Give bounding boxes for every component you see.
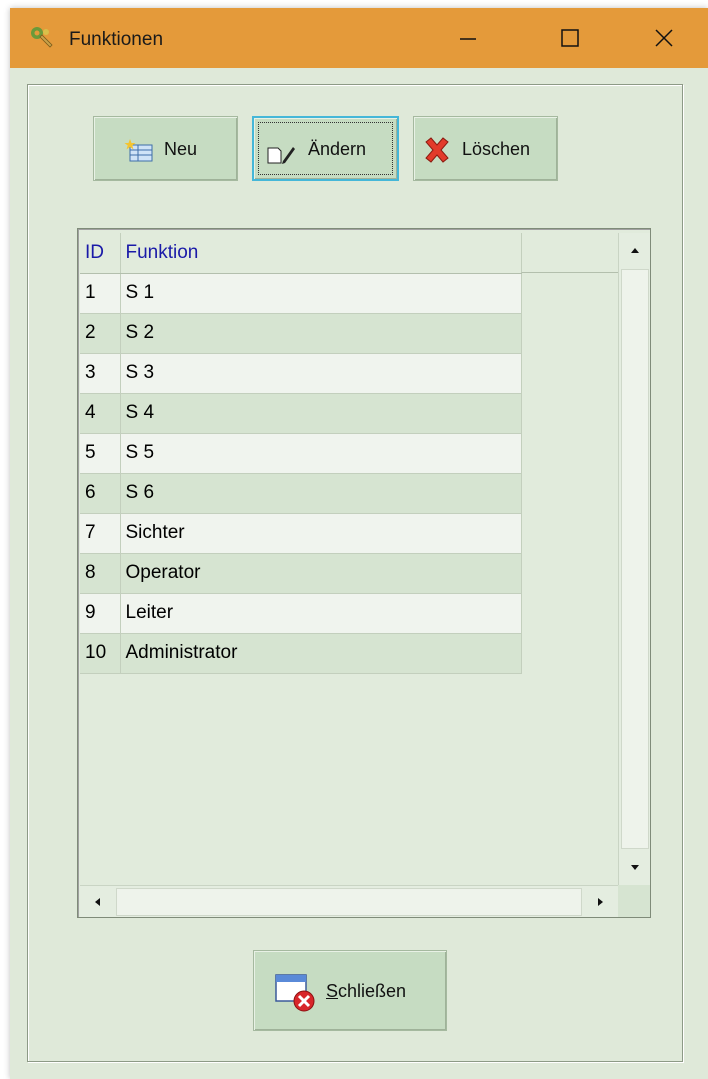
table-row[interactable]: 3S 3 bbox=[80, 353, 522, 394]
delete-button[interactable]: Löschen bbox=[413, 116, 558, 181]
column-header-id[interactable]: ID bbox=[80, 233, 121, 274]
cell-id[interactable]: 3 bbox=[80, 353, 121, 394]
cell-funktion[interactable]: S 2 bbox=[120, 313, 522, 354]
new-button[interactable]: Neu bbox=[93, 116, 238, 181]
window-title: Funktionen bbox=[69, 29, 164, 50]
horizontal-scroll-thumb[interactable] bbox=[116, 888, 582, 916]
new-table-icon bbox=[124, 139, 153, 162]
cell-funktion[interactable]: S 1 bbox=[120, 273, 522, 314]
table-row[interactable]: 7 Sichter bbox=[80, 513, 522, 554]
functions-table: ID Funktion 1S 1 2S 2 3S 3 4S 4 5S 5 6S … bbox=[80, 233, 522, 674]
close-dialog-label: Schließen bbox=[326, 981, 407, 1001]
column-header-funktion[interactable]: Funktion bbox=[120, 233, 522, 274]
cell-id[interactable]: 4 bbox=[80, 393, 121, 434]
cell-funktion[interactable]: Leiter bbox=[120, 593, 522, 634]
functions-grid[interactable]: ID Funktion 1S 1 2S 2 3S 3 4S 4 5S 5 6S … bbox=[77, 228, 651, 918]
red-x-icon bbox=[425, 137, 449, 163]
arrow-up-icon bbox=[631, 248, 639, 253]
vertical-scroll-thumb[interactable] bbox=[621, 269, 649, 849]
table-row[interactable]: 2S 2 bbox=[80, 313, 522, 354]
cell-funktion[interactable]: S 4 bbox=[120, 393, 522, 434]
cell-id[interactable]: 8 bbox=[80, 553, 121, 594]
cell-funktion[interactable]: S 3 bbox=[120, 353, 522, 394]
cell-funktion[interactable]: S 6 bbox=[120, 473, 522, 514]
cell-funktion[interactable]: S 5 bbox=[120, 433, 522, 474]
title-bar[interactable]: Funktionen bbox=[10, 8, 708, 68]
edit-document-icon bbox=[267, 147, 295, 164]
cell-id[interactable]: 10 bbox=[80, 633, 121, 674]
table-row[interactable]: 1S 1 bbox=[80, 273, 522, 314]
funktionen-window: Funktionen Neu Ändern Löschen ID Funktio… bbox=[10, 8, 708, 1079]
table-row[interactable]: 4S 4 bbox=[80, 393, 522, 434]
cell-funktion[interactable]: Administrator bbox=[120, 633, 522, 674]
window-close-icon bbox=[275, 974, 315, 1012]
arrow-down-icon bbox=[631, 865, 639, 870]
cell-id[interactable]: 9 bbox=[80, 593, 121, 634]
scroll-up-button[interactable] bbox=[619, 233, 650, 269]
vertical-scrollbar[interactable] bbox=[618, 233, 650, 885]
cell-id[interactable]: 7 bbox=[80, 513, 121, 554]
close-dialog-button[interactable]: Schließen bbox=[253, 950, 447, 1031]
table-header-row: ID Funktion bbox=[80, 233, 522, 274]
arrow-right-icon bbox=[598, 898, 603, 906]
delete-button-label: Löschen bbox=[462, 139, 531, 159]
cell-id[interactable]: 5 bbox=[80, 433, 121, 474]
minimize-icon bbox=[460, 38, 476, 40]
table-row[interactable]: 5S 5 bbox=[80, 433, 522, 474]
cell-id[interactable]: 1 bbox=[80, 273, 121, 314]
new-button-label: Neu bbox=[164, 139, 198, 159]
table-row[interactable]: 6S 6 bbox=[80, 473, 522, 514]
table-row[interactable]: 9 Leiter bbox=[80, 593, 522, 634]
cell-id[interactable]: 6 bbox=[80, 473, 121, 514]
edit-button[interactable]: Ändern bbox=[252, 116, 399, 181]
scroll-down-button[interactable] bbox=[619, 849, 650, 885]
table-row[interactable]: 8 Operator bbox=[80, 553, 522, 594]
close-icon bbox=[655, 29, 673, 47]
arrow-left-icon bbox=[95, 898, 100, 906]
scroll-left-button[interactable] bbox=[80, 886, 116, 917]
edit-button-label: Ändern bbox=[308, 139, 367, 159]
gear-wrench-icon bbox=[31, 27, 53, 48]
scrollbar-corner bbox=[618, 885, 650, 917]
cell-id[interactable]: 2 bbox=[80, 313, 121, 354]
table-row[interactable]: 10 Administrator bbox=[80, 633, 522, 674]
minimize-button[interactable] bbox=[438, 8, 498, 68]
maximize-icon bbox=[561, 29, 579, 47]
horizontal-scrollbar[interactable] bbox=[80, 885, 618, 917]
maximize-button[interactable] bbox=[540, 8, 600, 68]
scroll-right-button[interactable] bbox=[582, 886, 618, 917]
close-window-button[interactable] bbox=[634, 8, 694, 68]
header-filler bbox=[521, 233, 618, 273]
cell-funktion[interactable]: Sichter bbox=[120, 513, 522, 554]
cell-funktion[interactable]: Operator bbox=[120, 553, 522, 594]
